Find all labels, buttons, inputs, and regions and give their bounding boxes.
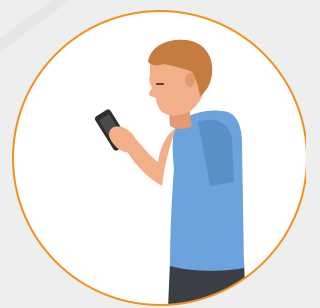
illustration-svg — [0, 0, 306, 306]
illustration-scene — [0, 0, 306, 308]
background-streak — [0, 0, 70, 52]
person-ear — [185, 73, 195, 87]
